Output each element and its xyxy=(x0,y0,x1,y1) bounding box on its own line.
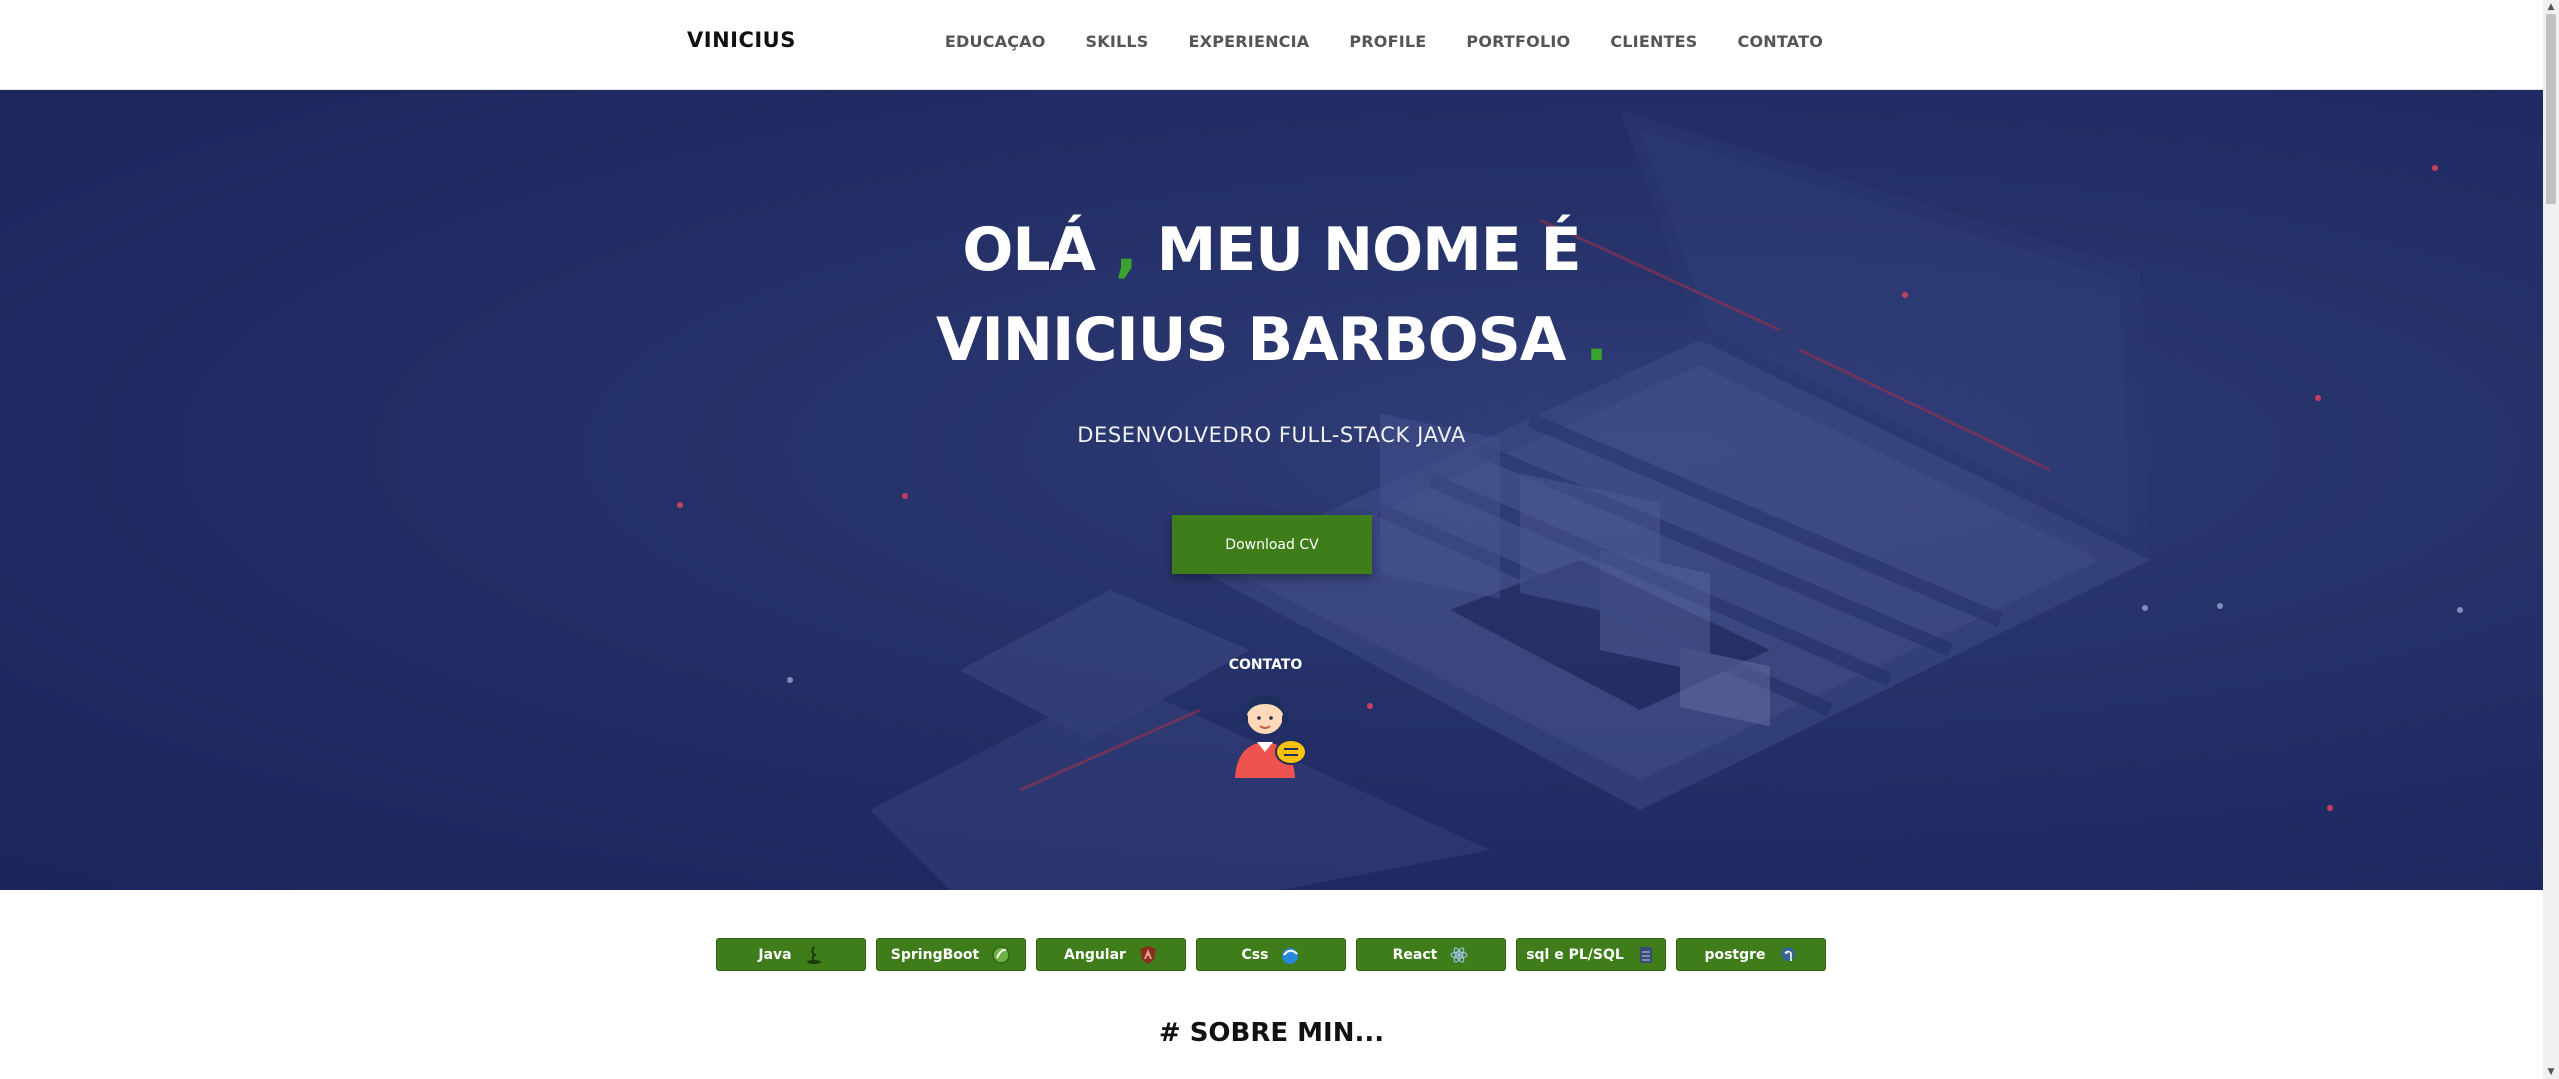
nav-link-clientes[interactable]: CLIENTES xyxy=(1610,32,1697,51)
nav-link-skills[interactable]: SKILLS xyxy=(1086,32,1149,51)
skill-badge-postgre[interactable]: postgre xyxy=(1676,938,1826,971)
hero-greeting-comma: , xyxy=(1095,215,1157,285)
skill-badge-sql[interactable]: sql e PL/SQL xyxy=(1516,938,1666,971)
nav-link-experiencia[interactable]: EXPERIENCIA xyxy=(1189,32,1310,51)
skill-label: SpringBoot xyxy=(890,946,980,963)
skill-badge-angular[interactable]: Angular xyxy=(1036,938,1186,971)
skill-badge-css[interactable]: Css xyxy=(1196,938,1346,971)
skills-bar: Java SpringBoot Angular Css React sql e … xyxy=(716,938,1826,971)
react-icon xyxy=(1450,946,1468,963)
brand-logo[interactable]: VINICIUS xyxy=(687,28,796,52)
angular-icon xyxy=(1139,945,1156,964)
download-cv-button[interactable]: Download CV xyxy=(1172,515,1372,574)
skill-label: Angular xyxy=(1064,946,1126,963)
scrollbar-thumb[interactable] xyxy=(2546,14,2556,204)
nav-link-educacao[interactable]: EDUCAÇAO xyxy=(945,32,1046,51)
support-agent-icon[interactable] xyxy=(1229,690,1314,780)
database-icon xyxy=(1639,946,1652,963)
hero-greeting: OLÁ xyxy=(962,215,1096,285)
hero-subtitle: DESENVOLVEDRO FULL-STACK JAVA xyxy=(1077,423,1466,447)
hero-full-name: VINICIUS BARBOSA xyxy=(936,305,1566,375)
skill-badge-springboot[interactable]: SpringBoot xyxy=(876,938,1026,971)
hero-headline-line2: VINICIUS BARBOSA . xyxy=(0,305,2543,375)
hero-name-intro: MEU NOME É xyxy=(1156,215,1582,285)
page-scrollbar[interactable]: ▲ ▼ xyxy=(2543,0,2559,1079)
scroll-up-arrow-icon[interactable]: ▲ xyxy=(2543,0,2559,14)
about-section-title: # SOBRE MIN... xyxy=(1158,1018,1385,1048)
nav-link-profile[interactable]: PROFILE xyxy=(1349,32,1426,51)
nav-links: EDUCAÇAO SKILLS EXPERIENCIA PROFILE PORT… xyxy=(945,32,1823,51)
skill-label: postgre xyxy=(1704,946,1766,963)
contact-label: CONTATO xyxy=(1228,657,1303,673)
skill-label: Java xyxy=(758,946,792,963)
nav-link-portfolio[interactable]: PORTFOLIO xyxy=(1466,32,1570,51)
postgresql-icon xyxy=(1780,946,1795,961)
skill-badge-react[interactable]: React xyxy=(1356,938,1506,971)
top-navbar: VINICIUS EDUCAÇAO SKILLS EXPERIENCIA PRO… xyxy=(0,0,2543,90)
css-icon xyxy=(1282,947,1299,964)
hero-section: OLÁ , MEU NOME É VINICIUS BARBOSA . DESE… xyxy=(0,90,2543,890)
skill-label: React xyxy=(1392,946,1438,963)
skill-badge-java[interactable]: Java xyxy=(716,938,866,971)
hero-headline-line1: OLÁ , MEU NOME É xyxy=(0,215,2543,285)
skill-label: Css xyxy=(1241,946,1269,963)
skill-label: sql e PL/SQL xyxy=(1526,946,1624,963)
nav-link-contato[interactable]: CONTATO xyxy=(1738,32,1823,51)
java-icon xyxy=(806,945,821,964)
scroll-down-arrow-icon[interactable]: ▼ xyxy=(2543,1065,2559,1079)
hero-content: OLÁ , MEU NOME É VINICIUS BARBOSA . DESE… xyxy=(0,90,2543,890)
hero-name-dot: . xyxy=(1565,305,1608,375)
springboot-icon xyxy=(992,945,1010,964)
